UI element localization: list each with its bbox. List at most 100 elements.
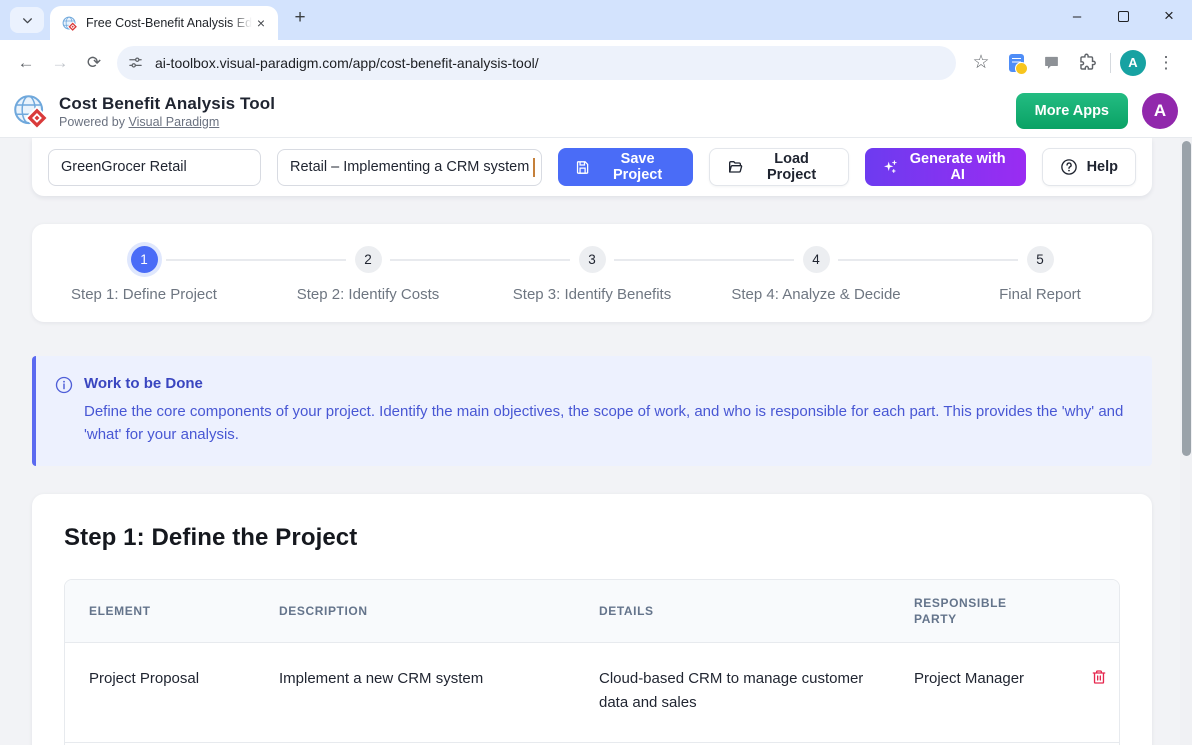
user-avatar[interactable]: A: [1142, 93, 1178, 129]
project-description-input[interactable]: [277, 149, 542, 186]
powered-by-text: Powered by: [59, 115, 125, 129]
generate-with-ai-label: Generate with AI: [907, 151, 1009, 183]
table-header-row: Element Description Details Responsible …: [65, 580, 1120, 643]
scrollbar-thumb[interactable]: [1182, 141, 1191, 456]
step-2-label: Step 2: Identify Costs: [256, 286, 480, 303]
step-4-label: Step 4: Analyze & Decide: [704, 286, 928, 303]
browser-window: Free Cost-Benefit Analysis Edito × + – ×…: [0, 0, 1192, 745]
work-to-be-done-callout: Work to be Done Define the core componen…: [32, 356, 1152, 466]
back-button[interactable]: ←: [9, 46, 43, 80]
callout-text-block: Work to be Done Define the core componen…: [84, 375, 1128, 446]
table-row: Project Proposal Implement a new CRM sys…: [65, 643, 1120, 743]
extension-blue-icon[interactable]: [1001, 48, 1031, 78]
step-5-final-report[interactable]: 5 Final Report: [928, 246, 1152, 322]
window-controls: – ×: [1054, 0, 1192, 32]
load-project-button[interactable]: Load Project: [709, 148, 848, 186]
callout-title: Work to be Done: [84, 375, 1128, 392]
sparkles-icon: [882, 158, 898, 176]
project-description-wrap: [277, 149, 542, 186]
app-title-block: Cost Benefit Analysis Tool Powered by Vi…: [59, 94, 275, 129]
more-apps-button[interactable]: More Apps: [1016, 93, 1128, 129]
document-download-icon: [1009, 54, 1024, 72]
tab-search-button[interactable]: [10, 7, 44, 33]
step-5-label: Final Report: [928, 286, 1152, 303]
minimize-button[interactable]: –: [1054, 0, 1100, 32]
chevron-down-icon: [21, 14, 34, 27]
save-project-label: Save Project: [599, 151, 677, 183]
address-bar[interactable]: ai-toolbox.visual-paradigm.com/app/cost-…: [117, 46, 956, 80]
save-icon: [575, 159, 590, 176]
step-3-circle: 3: [579, 246, 606, 273]
folder-open-icon: [727, 158, 743, 176]
step-4-analyze-decide[interactable]: 4 Step 4: Analyze & Decide: [704, 246, 928, 322]
browser-titlebar: Free Cost-Benefit Analysis Edito × + – ×: [0, 0, 1192, 40]
tune-icon: [128, 55, 143, 70]
column-header-responsible-party: Responsible Party: [890, 580, 1065, 643]
step1-heading: Step 1: Define the Project: [64, 524, 1120, 552]
site-favicon: [61, 15, 78, 32]
extensions-button[interactable]: [1071, 48, 1101, 78]
help-button[interactable]: Help: [1042, 148, 1136, 186]
trash-icon: [1091, 669, 1107, 685]
browser-menu-button[interactable]: ⋮: [1151, 48, 1181, 78]
app-header: Cost Benefit Analysis Tool Powered by Vi…: [0, 85, 1192, 138]
column-header-element: Element: [65, 580, 255, 643]
close-window-button[interactable]: ×: [1146, 0, 1192, 32]
chat-bubble-icon: [1043, 54, 1060, 71]
cell-details: Cloud-based CRM to manage customer data …: [575, 643, 890, 743]
step-2-circle: 2: [355, 246, 382, 273]
load-project-label: Load Project: [752, 151, 830, 183]
bookmark-star-icon[interactable]: ☆: [966, 48, 996, 78]
toolbar-divider: [1110, 53, 1111, 73]
tab-close-icon[interactable]: ×: [252, 14, 270, 32]
text-caret: [533, 158, 535, 177]
info-icon: [55, 376, 73, 394]
cell-actions: [1065, 643, 1120, 743]
step-2-identify-costs[interactable]: 2 Step 2: Identify Costs: [256, 246, 480, 322]
project-elements-table: Element Description Details Responsible …: [64, 579, 1120, 745]
step-3-identify-benefits[interactable]: 3 Step 3: Identify Benefits: [480, 246, 704, 322]
app-title: Cost Benefit Analysis Tool: [59, 94, 275, 114]
page-content: Save Project Load Project Generate with …: [0, 138, 1192, 745]
column-header-description: Description: [255, 580, 575, 643]
project-name-input[interactable]: [48, 149, 261, 186]
visual-paradigm-link[interactable]: Visual Paradigm: [129, 115, 220, 129]
cell-responsible: Project Manager: [890, 643, 1065, 743]
feedback-icon[interactable]: [1036, 48, 1066, 78]
help-circle-icon: [1060, 158, 1078, 176]
forward-button[interactable]: →: [43, 46, 77, 80]
maximize-icon: [1118, 11, 1129, 22]
step1-card: Step 1: Define the Project Element Descr…: [32, 494, 1152, 745]
toolbar-right-icons: ☆ A ⋮: [966, 48, 1183, 78]
column-header-details: Details: [575, 580, 890, 643]
maximize-button[interactable]: [1100, 0, 1146, 32]
app-logo: [12, 93, 49, 130]
site-settings-button[interactable]: [122, 50, 148, 76]
project-toolbar-card: Save Project Load Project Generate with …: [32, 138, 1152, 196]
save-project-button[interactable]: Save Project: [558, 148, 694, 186]
tab-title: Free Cost-Benefit Analysis Edito: [86, 16, 252, 30]
generate-with-ai-button[interactable]: Generate with AI: [865, 148, 1026, 186]
help-label: Help: [1087, 159, 1118, 175]
step-5-circle: 5: [1027, 246, 1054, 273]
step-1-label: Step 1: Define Project: [32, 286, 256, 303]
step-4-circle: 4: [803, 246, 830, 273]
new-tab-button[interactable]: +: [286, 4, 314, 32]
url-text: ai-toolbox.visual-paradigm.com/app/cost-…: [155, 55, 539, 71]
stepper: 1 Step 1: Define Project 2 Step 2: Ident…: [32, 224, 1152, 322]
column-header-actions: [1065, 580, 1120, 643]
step-1-circle: 1: [131, 246, 158, 273]
callout-body: Define the core components of your proje…: [84, 401, 1128, 446]
cell-element: Project Proposal: [65, 643, 255, 743]
powered-by: Powered by Visual Paradigm: [59, 115, 275, 129]
cell-description: Implement a new CRM system: [255, 643, 575, 743]
delete-row-button[interactable]: [1089, 667, 1109, 690]
page-scrollbar[interactable]: [1180, 138, 1192, 745]
puzzle-icon: [1077, 53, 1096, 72]
browser-tab[interactable]: Free Cost-Benefit Analysis Edito ×: [50, 6, 278, 40]
browser-toolbar: ← → ⟳ ai-toolbox.visual-paradigm.com/app…: [0, 40, 1192, 85]
step-1-define-project[interactable]: 1 Step 1: Define Project: [32, 246, 256, 322]
browser-profile-avatar[interactable]: A: [1120, 50, 1146, 76]
step-3-label: Step 3: Identify Benefits: [480, 286, 704, 303]
reload-button[interactable]: ⟳: [77, 46, 111, 80]
